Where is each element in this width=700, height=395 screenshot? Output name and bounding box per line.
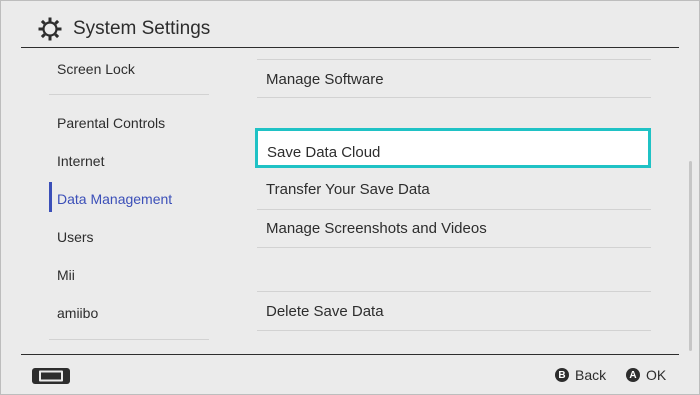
list-item-label: Save Data Cloud [267, 144, 381, 161]
list-item-delete-save-data[interactable]: Delete Save Data [257, 292, 651, 330]
back-button[interactable]: B Back [555, 367, 606, 383]
list-item-transfer-save-data[interactable]: Transfer Your Save Data [257, 170, 651, 208]
back-label: Back [575, 367, 607, 383]
console-icon [32, 368, 70, 384]
sidebar-item-internet[interactable]: Internet [57, 153, 104, 169]
list-item-label: Transfer Your Save Data [266, 181, 430, 198]
sidebar-divider [49, 94, 209, 95]
gear-icon [38, 17, 62, 41]
sidebar-item-data-management[interactable]: Data Management [57, 191, 172, 207]
list-item-manage-screenshots[interactable]: Manage Screenshots and Videos [257, 209, 651, 247]
list-item-label: Delete Save Data [266, 303, 384, 320]
header: System Settings [1, 1, 699, 47]
sidebar-item-parental-controls[interactable]: Parental Controls [57, 115, 165, 131]
active-indicator [49, 182, 52, 212]
sidebar-item-screen-lock[interactable]: Screen Lock [57, 61, 135, 77]
sidebar-item-amiibo[interactable]: amiibo [57, 305, 98, 321]
a-button-icon: A [626, 368, 640, 382]
sidebar: Screen Lock Parental Controls Internet D… [1, 48, 227, 354]
settings-window: System Settings Screen Lock Parental Con… [0, 0, 700, 395]
sidebar-item-users[interactable]: Users [57, 229, 94, 245]
scrollbar[interactable] [689, 161, 692, 351]
sidebar-item-mii[interactable]: Mii [57, 267, 75, 283]
list-item-manage-software[interactable]: Manage Software [257, 60, 651, 98]
row-divider [257, 330, 651, 331]
main-panel: Manage Software Transfer Your Save Data … [227, 48, 699, 354]
list-item-save-data-cloud[interactable]: Save Data Cloud [255, 128, 651, 168]
ok-button[interactable]: A OK [626, 367, 666, 383]
list-item-label: Manage Software [266, 71, 384, 88]
sidebar-divider [49, 339, 209, 340]
footer: B Back A OK [1, 355, 699, 395]
row-divider [257, 247, 651, 248]
list-item-label: Manage Screenshots and Videos [266, 220, 487, 237]
b-button-icon: B [555, 368, 569, 382]
ok-label: OK [646, 367, 667, 383]
row-divider [257, 97, 651, 98]
page-title: System Settings [73, 18, 211, 39]
